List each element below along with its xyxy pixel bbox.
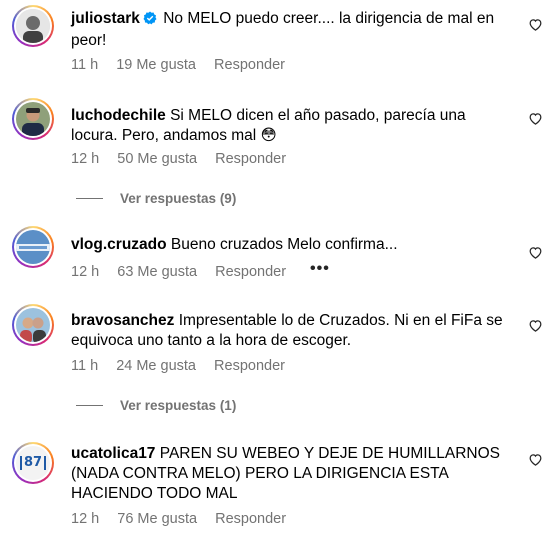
avatar[interactable]: 87 <box>12 442 54 484</box>
reply-button[interactable]: Responder <box>215 151 286 167</box>
comment-body: bravosanchez Impresentable lo de Cruzado… <box>71 311 516 351</box>
username[interactable]: ucatolica17 <box>71 445 155 462</box>
timestamp[interactable]: 12 h <box>71 511 99 527</box>
reply-button[interactable]: Responder <box>214 358 285 374</box>
username[interactable]: luchodechile <box>71 107 166 124</box>
avatar-photo <box>16 308 50 342</box>
avatar[interactable] <box>12 304 54 346</box>
timestamp[interactable]: 12 h <box>71 264 99 280</box>
timestamp[interactable]: 12 h <box>71 151 99 167</box>
reply-button[interactable]: Responder <box>214 57 285 73</box>
avatar-photo <box>16 230 50 264</box>
likes-count[interactable]: 50 Me gusta <box>117 151 197 167</box>
avatar[interactable] <box>12 226 54 268</box>
comment-body: juliostark No MELO puedo creer.... la di… <box>71 9 516 51</box>
comment-meta: 12 h 76 Me gusta Responder <box>71 511 300 527</box>
view-replies-button[interactable]: Ver respuestas (1) <box>76 398 236 413</box>
comment-meta: 11 h 19 Me gusta Responder <box>71 57 299 73</box>
view-replies-label: Ver respuestas (9) <box>120 191 237 206</box>
username[interactable]: juliostark <box>71 10 140 27</box>
divider-line <box>76 405 103 406</box>
likes-count[interactable]: 63 Me gusta <box>117 264 197 280</box>
comment-meta: 12 h 63 Me gusta Responder <box>71 264 300 280</box>
username[interactable]: vlog.cruzado <box>71 236 167 253</box>
view-replies-label: Ver respuestas (1) <box>120 398 237 413</box>
divider-line <box>76 198 103 199</box>
comment-body: vlog.cruzado Bueno cruzados Melo confirm… <box>71 235 516 255</box>
heart-outline-icon[interactable] <box>528 318 543 333</box>
more-options-icon[interactable]: ••• <box>310 260 330 278</box>
likes-count[interactable]: 24 Me gusta <box>116 358 196 374</box>
comment-meta: 11 h 24 Me gusta Responder <box>71 358 299 374</box>
avatar-number: 87 <box>19 456 47 470</box>
timestamp[interactable]: 11 h <box>71 57 98 73</box>
heart-outline-icon[interactable] <box>528 111 543 126</box>
avatar[interactable] <box>12 98 54 140</box>
verified-badge-icon <box>143 11 157 31</box>
username[interactable]: bravosanchez <box>71 312 174 329</box>
avatar-photo <box>16 9 50 43</box>
view-replies-button[interactable]: Ver respuestas (9) <box>76 191 236 206</box>
avatar-photo <box>16 102 50 136</box>
heart-outline-icon[interactable] <box>528 245 543 260</box>
likes-count[interactable]: 76 Me gusta <box>117 511 197 527</box>
heart-outline-icon[interactable] <box>528 452 543 467</box>
reply-button[interactable]: Responder <box>215 511 286 527</box>
timestamp[interactable]: 11 h <box>71 358 98 374</box>
comment-body: luchodechile Si MELO dicen el año pasado… <box>71 106 516 146</box>
likes-count[interactable]: 19 Me gusta <box>116 57 196 73</box>
comment-text: Bueno cruzados Melo confirma... <box>170 236 398 253</box>
comment-meta: 12 h 50 Me gusta Responder <box>71 151 300 167</box>
heart-outline-icon[interactable] <box>528 17 543 32</box>
reply-button[interactable]: Responder <box>215 264 286 280</box>
avatar[interactable] <box>12 5 54 47</box>
comment-body: ucatolica17 PAREN SU WEBEO Y DEJE DE HUM… <box>71 444 516 504</box>
